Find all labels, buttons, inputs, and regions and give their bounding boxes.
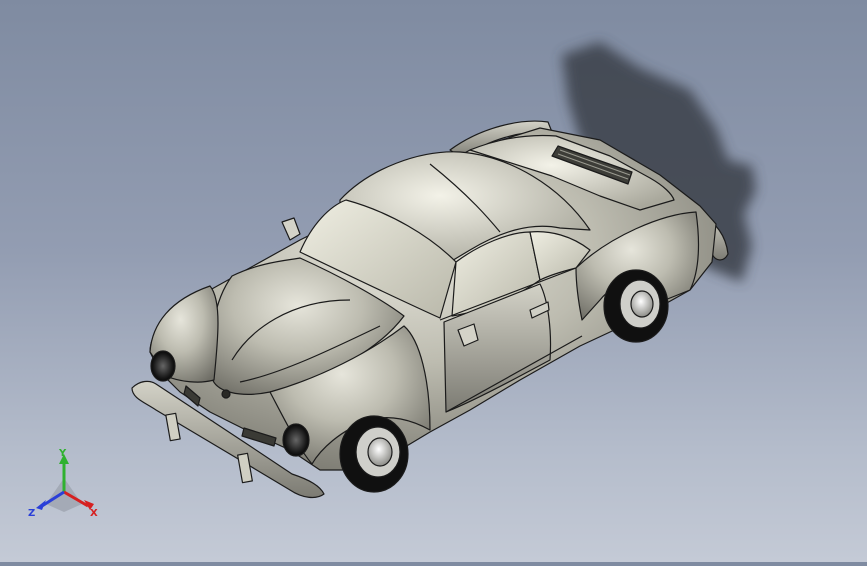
- orientation-triad: Y X Z: [26, 448, 102, 522]
- graphics-viewport[interactable]: Y X Z: [0, 0, 867, 562]
- triad-z-label: Z: [28, 508, 35, 519]
- triad-y-label: Y: [58, 448, 67, 459]
- triad-x-label: X: [90, 508, 98, 519]
- front-emblem: [221, 389, 231, 399]
- model-canvas[interactable]: [0, 0, 867, 562]
- front-wheel: [339, 415, 409, 493]
- rear-wheel: [603, 269, 669, 343]
- left-mirror: [281, 217, 301, 241]
- right-headlamp: [282, 423, 310, 457]
- car-model[interactable]: [131, 120, 729, 499]
- left-headlamp: [150, 350, 176, 382]
